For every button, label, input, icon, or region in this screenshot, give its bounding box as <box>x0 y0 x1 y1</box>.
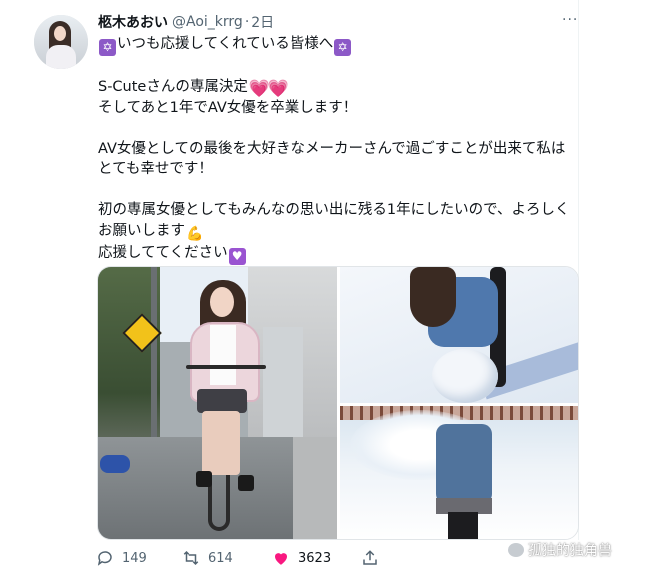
author-name[interactable]: 柩木あおい <box>98 12 168 32</box>
photo-bicycle[interactable] <box>98 267 337 539</box>
share-button[interactable] <box>361 549 387 567</box>
like-button[interactable]: 3623 <box>272 549 331 567</box>
reply-button[interactable]: 149 <box>96 549 147 567</box>
author-handle[interactable]: @Aoi_krrg <box>172 14 243 30</box>
reply-count: 149 <box>122 550 147 566</box>
tweet-line: 初の専属女優としてもみんなの思い出に残る1年にしたいので、よろしくお願いします💪 <box>98 200 576 243</box>
heart-filled-icon <box>275 553 287 565</box>
tweet-line-1: いつも応援してくれている皆様へ <box>117 36 334 52</box>
tweet-actions: 149 614 3623 <box>96 549 396 571</box>
star-of-david-icon: ✡ <box>334 39 352 56</box>
watermark: 孤独的独角兽 <box>508 540 612 560</box>
heart-icon: 💗 <box>248 78 271 99</box>
more-options-icon[interactable]: ··· <box>562 12 578 28</box>
timestamp[interactable]: 2日 <box>251 12 274 32</box>
like-count: 3623 <box>298 550 332 566</box>
wechat-icon <box>508 543 524 557</box>
tweet-header: 柩木あおい @Aoi_krrg · 2日 <box>98 12 274 32</box>
retweet-button[interactable]: 614 <box>182 549 233 567</box>
photo-snow-throw[interactable] <box>340 406 578 539</box>
separator: · <box>244 14 250 30</box>
reply-icon <box>97 551 112 566</box>
tweet-line-2: S-Cuteさんの専属決定 <box>98 78 248 95</box>
tweet-line: 応援しててください ♥ <box>98 243 576 265</box>
share-icon <box>363 550 377 565</box>
purple-heart-icon: ♥ <box>228 247 246 265</box>
retweet-count: 614 <box>208 550 233 566</box>
photo-snowman[interactable] <box>340 267 578 403</box>
star-of-david-icon: ✡ <box>99 39 116 56</box>
tweet[interactable]: 柩木あおい @Aoi_krrg · 2日 ··· ✡ いつも応援してくれている皆様… <box>0 0 660 576</box>
media-grid <box>97 266 579 540</box>
tweet-line: ✡ いつも応援してくれている皆様へ ✡ <box>98 34 576 56</box>
avatar[interactable] <box>34 15 88 69</box>
watermark-text: 孤独的独角兽 <box>528 543 612 559</box>
tweet-text: ✡ いつも応援してくれている皆様へ ✡ S-Cuteさんの専属決定💗💗 そしてあと1… <box>98 34 576 265</box>
tweet-line: S-Cuteさんの専属決定💗💗 <box>98 77 576 98</box>
tweet-line-6: 応援しててください <box>98 244 228 261</box>
heart-icon: 💗 <box>267 78 290 99</box>
tweet-line-3: そしてあと1年でAV女優を卒業します！ <box>98 99 358 116</box>
tweet-line-5: 初の専属女優としてもみんなの思い出に残る1年にしたいので、よろしくお願いします <box>98 202 570 239</box>
retweet-icon <box>183 550 199 566</box>
flexed-bicep-icon: 💪 <box>186 225 204 242</box>
tweet-line-4: AV女優としての最後を大好きなメーカーさんで過ごすことが出来て私はとても幸せです… <box>98 140 566 178</box>
